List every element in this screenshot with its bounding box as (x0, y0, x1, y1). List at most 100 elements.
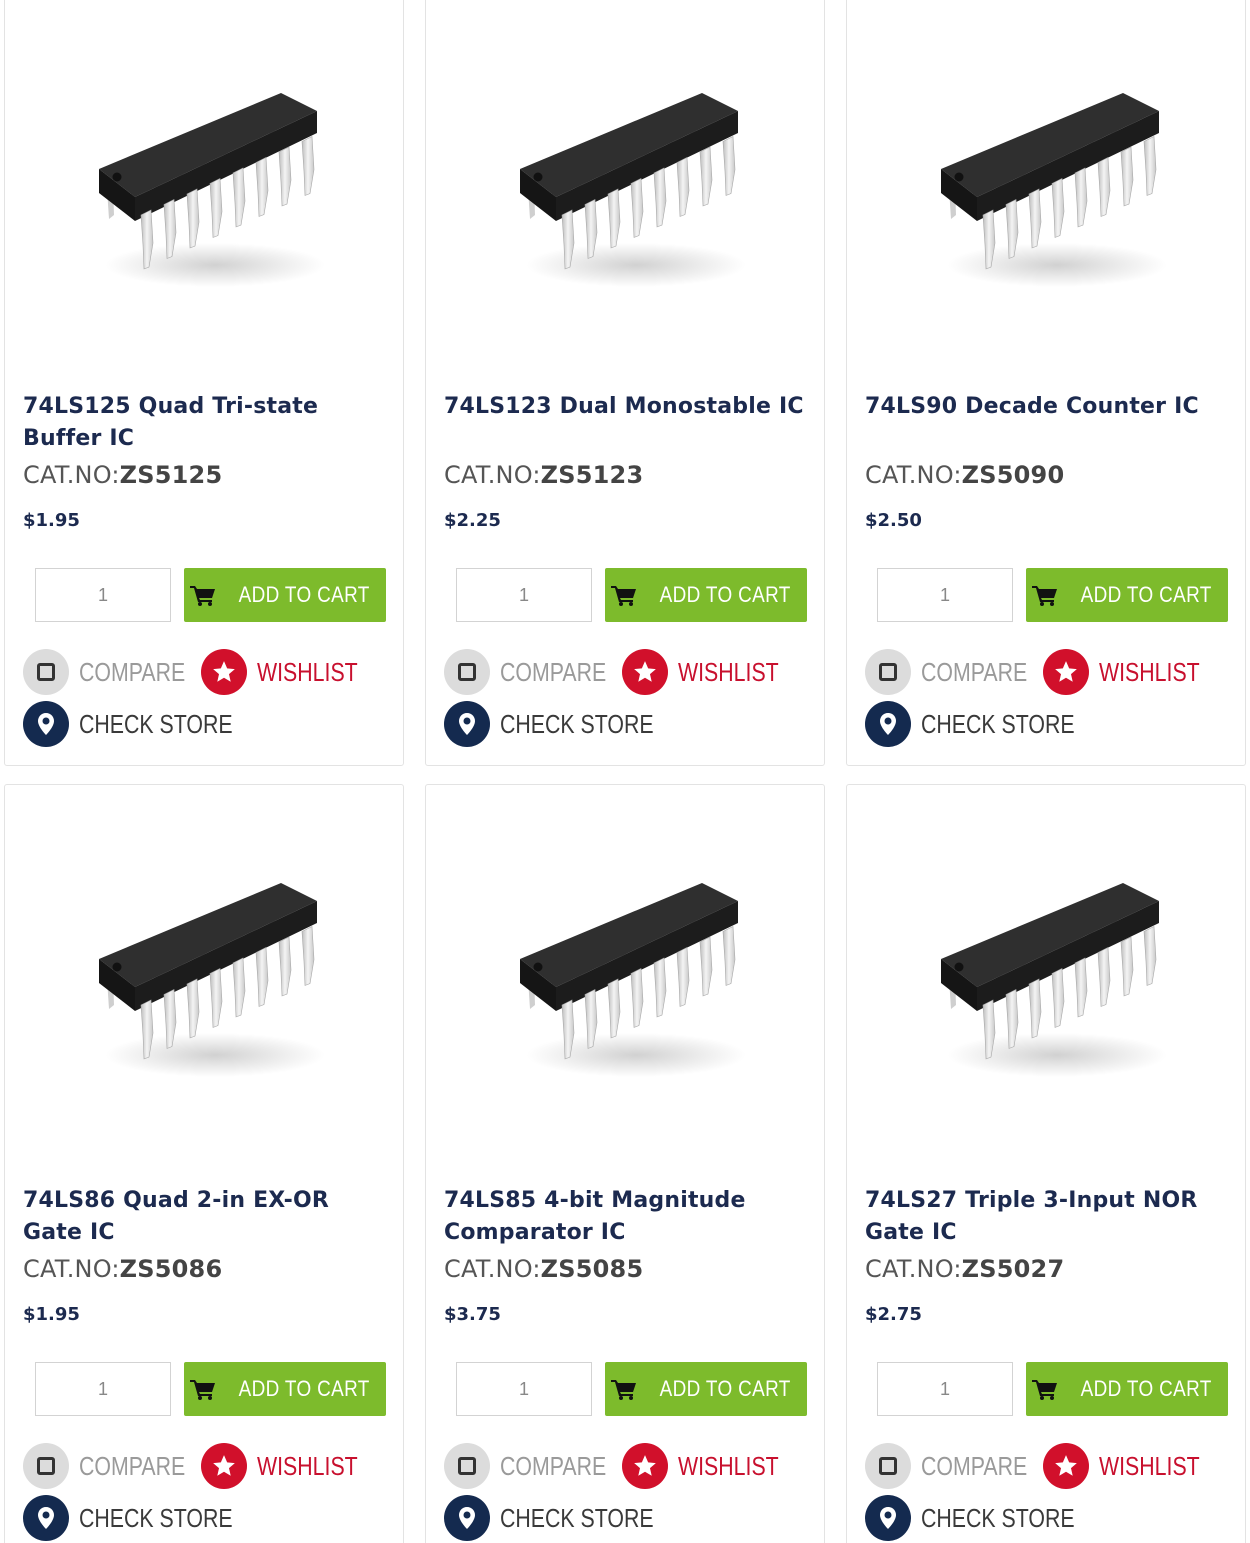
quantity-input[interactable] (35, 568, 171, 622)
check-store-label: CHECK STORE (500, 708, 654, 739)
check-store-button[interactable]: CHECK STORE (444, 1495, 687, 1541)
quantity-input[interactable] (877, 568, 1013, 622)
product-title[interactable]: 74LS27 Triple 3-Input NOR Gate IC (865, 1185, 1235, 1249)
product-title[interactable]: 74LS123 Dual Monostable IC (444, 391, 814, 423)
product-price: $1.95 (23, 510, 80, 531)
star-icon (201, 649, 247, 695)
catalog-number: CAT.NO:ZS5027 (865, 1255, 1064, 1283)
compare-label: COMPARE (921, 656, 1028, 687)
wishlist-button[interactable]: WISHLIST (622, 649, 801, 695)
map-pin-icon (444, 701, 490, 747)
map-pin-icon (865, 1495, 911, 1541)
add-to-cart-button[interactable]: ADD TO CART (184, 1362, 386, 1416)
check-store-button[interactable]: CHECK STORE (23, 1495, 266, 1541)
product-card: 74LS123 Dual Monostable IC CAT.NO:ZS5123 $… (425, 0, 825, 766)
quantity-input[interactable] (456, 568, 592, 622)
compare-label: COMPARE (500, 1450, 607, 1481)
product-title[interactable]: 74LS125 Quad Tri-state Buffer IC (23, 391, 393, 455)
wishlist-label: WISHLIST (1099, 656, 1200, 687)
wishlist-button[interactable]: WISHLIST (201, 649, 380, 695)
wishlist-button[interactable]: WISHLIST (201, 1443, 380, 1489)
product-title[interactable]: 74LS90 Decade Counter IC (865, 391, 1235, 423)
cart-icon (189, 586, 215, 606)
checkbox-icon (23, 649, 69, 695)
product-image[interactable] (506, 85, 756, 295)
wishlist-label: WISHLIST (257, 1450, 358, 1481)
add-to-cart-button[interactable]: ADD TO CART (605, 1362, 807, 1416)
catalog-code: ZS5090 (961, 461, 1065, 489)
compare-button[interactable]: COMPARE (444, 649, 630, 695)
wishlist-label: WISHLIST (1099, 1450, 1200, 1481)
quantity-input[interactable] (456, 1362, 592, 1416)
product-title[interactable]: 74LS86 Quad 2-in EX-OR Gate IC (23, 1185, 393, 1249)
product-image-wrap[interactable] (5, 785, 403, 1175)
compare-label: COMPARE (921, 1450, 1028, 1481)
map-pin-icon (23, 701, 69, 747)
add-to-cart-button[interactable]: ADD TO CART (184, 568, 386, 622)
compare-button[interactable]: COMPARE (23, 649, 209, 695)
checkbox-icon (865, 1443, 911, 1489)
quantity-input[interactable] (35, 1362, 171, 1416)
check-store-label: CHECK STORE (500, 1502, 654, 1533)
catalog-prefix: CAT.NO: (23, 1255, 120, 1283)
star-icon (622, 649, 668, 695)
product-title[interactable]: 74LS85 4-bit Magnitude Comparator IC (444, 1185, 814, 1249)
product-image-wrap[interactable] (426, 0, 824, 385)
compare-button[interactable]: COMPARE (865, 1443, 1051, 1489)
compare-label: COMPARE (79, 1450, 186, 1481)
catalog-number: CAT.NO:ZS5123 (444, 461, 643, 489)
compare-button[interactable]: COMPARE (23, 1443, 209, 1489)
check-store-label: CHECK STORE (921, 1502, 1075, 1533)
compare-button[interactable]: COMPARE (444, 1443, 630, 1489)
wishlist-label: WISHLIST (257, 656, 358, 687)
add-to-cart-button[interactable]: ADD TO CART (1026, 1362, 1228, 1416)
catalog-number: CAT.NO:ZS5085 (444, 1255, 643, 1283)
product-image[interactable] (506, 875, 756, 1085)
product-price: $3.75 (444, 1304, 501, 1325)
catalog-prefix: CAT.NO: (444, 461, 541, 489)
add-to-cart-label: ADD TO CART (659, 582, 791, 607)
cart-icon (610, 1380, 636, 1400)
check-store-button[interactable]: CHECK STORE (444, 701, 687, 747)
product-image-wrap[interactable] (847, 0, 1245, 385)
add-to-cart-button[interactable]: ADD TO CART (1026, 568, 1228, 622)
product-image[interactable] (85, 875, 335, 1085)
add-to-cart-button[interactable]: ADD TO CART (605, 568, 807, 622)
product-image-wrap[interactable] (5, 0, 403, 385)
wishlist-button[interactable]: WISHLIST (622, 1443, 801, 1489)
map-pin-icon (23, 1495, 69, 1541)
add-to-cart-label: ADD TO CART (238, 582, 370, 607)
check-store-button[interactable]: CHECK STORE (23, 701, 266, 747)
product-image-wrap[interactable] (847, 785, 1245, 1175)
product-image[interactable] (85, 85, 335, 295)
product-image[interactable] (927, 85, 1177, 295)
product-price: $1.95 (23, 1304, 80, 1325)
catalog-code: ZS5085 (540, 1255, 644, 1283)
wishlist-button[interactable]: WISHLIST (1043, 1443, 1222, 1489)
star-icon (201, 1443, 247, 1489)
compare-label: COMPARE (500, 656, 607, 687)
check-store-button[interactable]: CHECK STORE (865, 1495, 1108, 1541)
product-price: $2.50 (865, 510, 922, 531)
product-card: 74LS125 Quad Tri-state Buffer IC CAT.NO:Z… (4, 0, 404, 766)
map-pin-icon (444, 1495, 490, 1541)
catalog-number: CAT.NO:ZS5086 (23, 1255, 222, 1283)
product-image[interactable] (927, 875, 1177, 1085)
wishlist-button[interactable]: WISHLIST (1043, 649, 1222, 695)
product-image-wrap[interactable] (426, 785, 824, 1175)
quantity-input[interactable] (877, 1362, 1013, 1416)
check-store-button[interactable]: CHECK STORE (865, 701, 1108, 747)
add-to-cart-label: ADD TO CART (238, 1376, 370, 1401)
product-price: $2.25 (444, 510, 501, 531)
product-card: 74LS85 4-bit Magnitude Comparator IC CAT.… (425, 784, 825, 1543)
catalog-number: CAT.NO:ZS5125 (23, 461, 222, 489)
compare-button[interactable]: COMPARE (865, 649, 1051, 695)
star-icon (1043, 1443, 1089, 1489)
add-to-cart-label: ADD TO CART (659, 1376, 791, 1401)
cart-icon (1031, 1380, 1057, 1400)
cart-icon (189, 1380, 215, 1400)
star-icon (622, 1443, 668, 1489)
product-card: 74LS86 Quad 2-in EX-OR Gate IC CAT.NO:ZS5… (4, 784, 404, 1543)
checkbox-icon (444, 1443, 490, 1489)
checkbox-icon (865, 649, 911, 695)
